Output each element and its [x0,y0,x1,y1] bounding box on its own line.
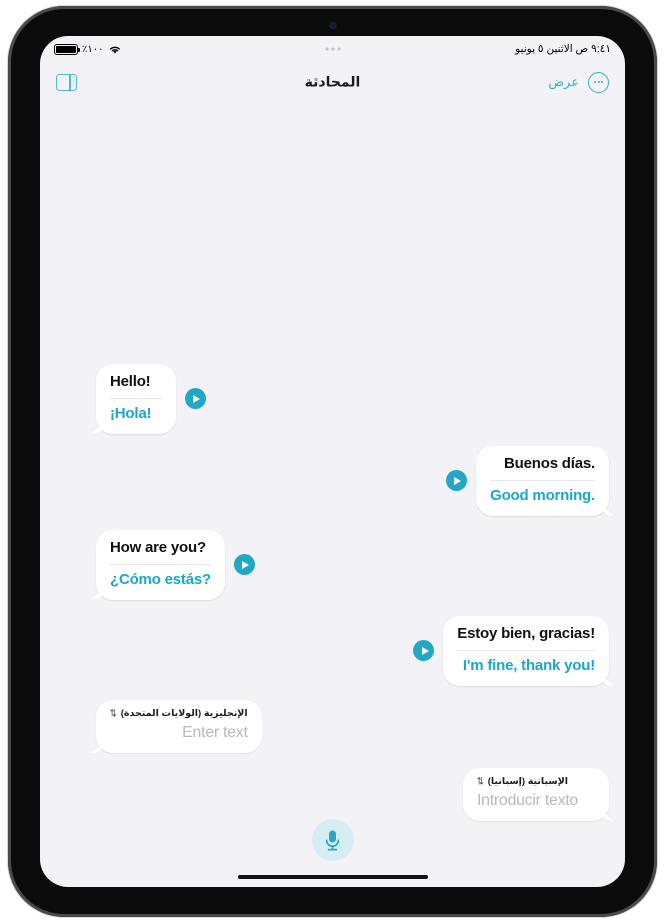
message-row: How are you? ¿Cómo estás? [96,530,255,600]
english-input-placeholder[interactable]: Enter text [110,724,248,742]
battery-percent-label: ١٠٠٪ [82,43,104,55]
message-row: Hello! ¡Hola! [96,364,206,434]
conversation-area: Hello! ¡Hola! Buenos días. Good morning. [40,102,625,887]
status-bar-time-date: ٩:٤١ ص الاثنين ٥ يونيو [515,43,611,55]
message-row: Buenos días. Good morning. [446,446,609,516]
message-bubble[interactable]: How are you? ¿Cómo estás? [96,530,225,600]
screen: ٩:٤١ ص الاثنين ٥ يونيو ١٠٠٪ عرض المحادثة… [40,36,625,887]
message-translated-text: Good morning. [490,486,595,504]
message-source-text: Buenos días. [504,455,595,472]
text-input-spanish[interactable]: الإسبانية (إسبانيا) ⇅ Introducir texto [463,768,609,821]
microphone-icon [325,830,340,850]
play-icon[interactable] [413,640,435,662]
message-translated-text: ¡Hola! [110,404,152,422]
nav-left-group: عرض [548,71,609,93]
status-bar: ٩:٤١ ص الاثنين ٥ يونيو ١٠٠٪ [40,36,625,62]
home-indicator [237,875,428,879]
bubble-divider [457,649,595,651]
status-bar-indicators: ١٠٠٪ [54,43,122,55]
message-source-text: Estoy bien, gracias! [457,625,595,642]
language-label: الإسبانية (إسبانيا) [487,776,569,787]
ipad-device-frame: ٩:٤١ ص الاثنين ٥ يونيو ١٠٠٪ عرض المحادثة… [8,6,657,917]
sidebar-toggle-icon[interactable] [56,73,77,91]
message-translated-text: ¿Cómo estás? [110,570,211,588]
view-button[interactable]: عرض [548,74,579,90]
battery-icon [54,43,80,55]
multitasking-dot [325,47,328,51]
message-bubble[interactable]: Buenos días. Good morning. [476,446,609,516]
bubble-divider [110,563,211,565]
text-input-english[interactable]: الإنجليزية (الولايات المتحدة) ⇅ Enter te… [96,700,262,753]
navigation-bar: عرض المحادثة [40,62,625,102]
message-bubble[interactable]: Hello! ¡Hola! [96,364,176,434]
play-icon[interactable] [185,388,206,410]
message-source-text: Hello! [110,373,151,390]
multitasking-handle[interactable] [325,47,340,51]
multitasking-dot [337,47,340,51]
message-translated-text: I'm fine, thank you! [462,656,595,674]
wifi-icon [109,46,120,54]
bubble-divider [110,397,162,399]
front-camera [329,22,336,29]
message-bubble[interactable]: Estoy bien, gracias! I'm fine, thank you… [443,616,609,686]
language-selector-spanish[interactable]: الإسبانية (إسبانيا) ⇅ [477,776,595,787]
multitasking-dot [331,47,334,51]
microphone-button[interactable] [311,819,354,861]
message-row: Estoy bien, gracias! I'm fine, thank you… [413,616,609,686]
language-selector-english[interactable]: الإنجليزية (الولايات المتحدة) ⇅ [110,708,248,719]
bubble-divider [490,479,595,481]
page-title: المحادثة [304,73,361,90]
chevron-updown-icon: ⇅ [110,707,117,719]
chevron-updown-icon: ⇅ [477,775,484,787]
play-icon[interactable] [233,554,255,576]
more-options-icon[interactable] [588,71,609,93]
message-source-text: How are you? [110,539,206,556]
language-label: الإنجليزية (الولايات المتحدة) [120,708,248,719]
spanish-input-placeholder[interactable]: Introducir texto [477,792,595,810]
play-icon[interactable] [446,470,468,492]
